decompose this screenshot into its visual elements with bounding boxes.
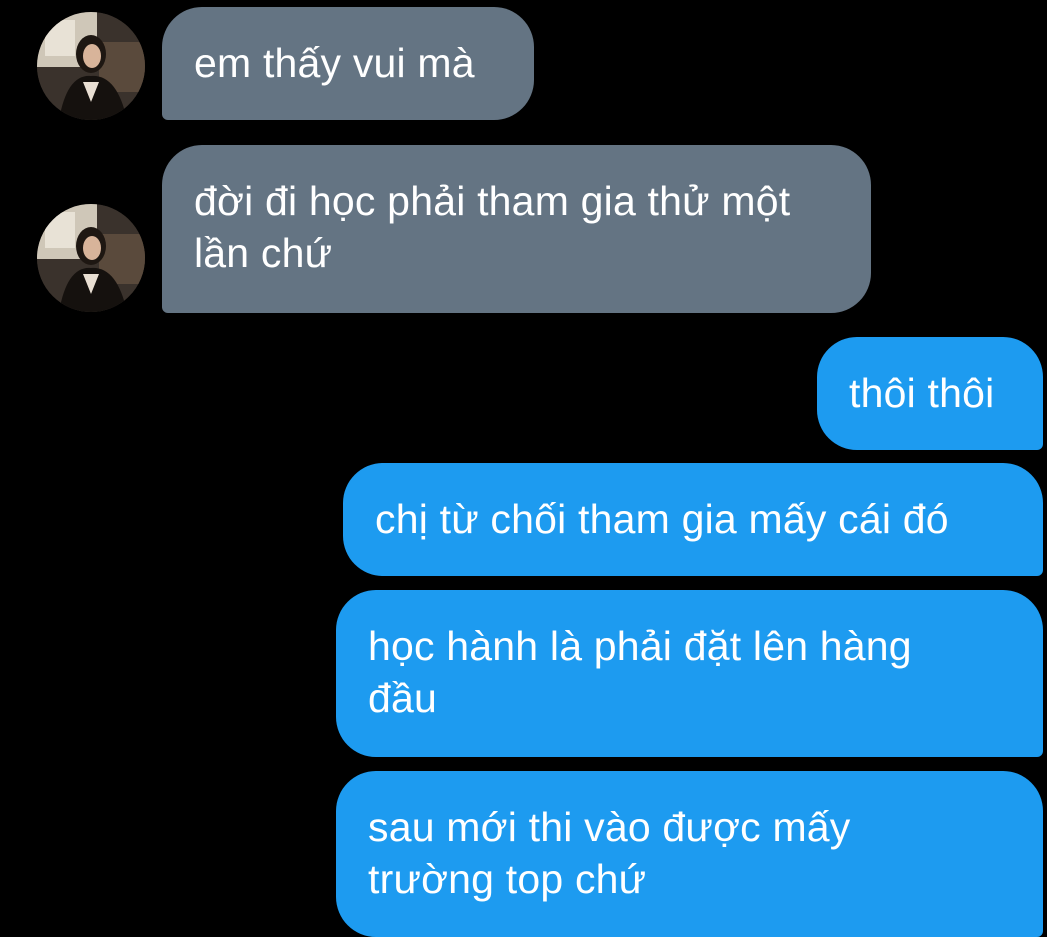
contact-photo-icon [37,12,145,120]
outgoing-message[interactable]: thôi thôi [817,337,1043,450]
message-text: chị từ chối tham gia mấy cái đó [375,496,949,542]
incoming-message[interactable]: đời đi học phải tham gia thử một lần chứ [162,145,871,313]
message-text: đời đi học phải tham gia thử một lần chứ [194,178,791,276]
message-text: em thấy vui mà [194,40,475,86]
contact-photo-icon [37,204,145,312]
message-text: sau mới thi vào được mấy trường top chứ [368,804,851,902]
message-text: học hành là phải đặt lên hàng đầu [368,623,912,721]
contact-avatar[interactable] [37,204,145,312]
outgoing-message[interactable]: học hành là phải đặt lên hàng đầu [336,590,1043,757]
message-thread: em thấy vui mà đời đi học phải tham gia … [0,0,1047,937]
message-text: thôi thôi [849,370,995,416]
outgoing-message[interactable]: sau mới thi vào được mấy trường top chứ [336,771,1043,937]
contact-avatar[interactable] [37,12,145,120]
outgoing-message[interactable]: chị từ chối tham gia mấy cái đó [343,463,1043,576]
incoming-message[interactable]: em thấy vui mà [162,7,534,120]
